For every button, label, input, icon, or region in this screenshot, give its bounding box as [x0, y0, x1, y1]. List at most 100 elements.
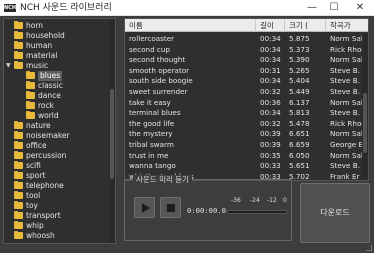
table-row[interactable]: south side boogie 00:34 5.404 Steve B. — [125, 75, 365, 86]
tree-item[interactable]: human — [4, 40, 110, 51]
tree-item[interactable]: nature — [4, 120, 110, 131]
cell-composer: Norm Sab — [330, 129, 365, 139]
resize-grip[interactable] — [366, 245, 372, 251]
tree-item-label: horn — [26, 21, 44, 30]
folder-icon — [14, 170, 23, 179]
cell-size: 5.265 — [289, 65, 310, 75]
cell-length: 00:39 — [260, 140, 281, 149]
minimize-button[interactable]: — — [302, 0, 322, 16]
column-header-size[interactable]: 크기 ( — [285, 19, 326, 32]
tree-item[interactable]: whip — [4, 220, 110, 231]
tree-item[interactable]: ▼ music — [4, 60, 110, 71]
table-row[interactable]: tribal swarm 00:39 6.659 George E — [125, 139, 365, 150]
maximize-button[interactable]: ☐ — [324, 0, 344, 16]
table-row[interactable]: take it easy 00:36 6.137 Norm Sab — [125, 97, 365, 108]
folder-icon — [26, 80, 35, 89]
cell-size: 5.478 — [289, 118, 310, 128]
close-button[interactable]: ✕ — [350, 0, 370, 16]
cell-size: 5.651 — [289, 161, 310, 171]
app-icon: NCH — [4, 4, 17, 12]
cell-length: 00:34 — [260, 55, 281, 65]
play-icon — [142, 203, 150, 213]
tree-item[interactable]: telephone — [4, 180, 110, 191]
list-scrollbar-thumb[interactable] — [363, 93, 367, 153]
tree-scrollbar[interactable] — [109, 19, 115, 243]
cell-composer: Steve B. — [330, 161, 360, 171]
cell-size: 5.373 — [289, 44, 310, 54]
cell-length: 00:31 — [260, 65, 281, 75]
tree-item[interactable]: classic — [4, 80, 110, 91]
meter-tick: -36 — [231, 197, 241, 204]
table-row[interactable]: terminal blues 00:34 5.813 Steve B. — [125, 107, 365, 118]
table-row[interactable]: rollercoaster 00:34 5.875 Norm Sab — [125, 33, 365, 44]
table-row[interactable]: the good life 00:32 5.478 Rick Rhod — [125, 118, 365, 129]
tree-item[interactable]: household — [4, 30, 110, 41]
cell-composer: Norm Sab — [330, 97, 365, 107]
cell-length: 00:34 — [260, 44, 281, 54]
folder-icon — [14, 220, 23, 229]
cell-length: 00:34 — [260, 108, 281, 118]
cell-name: the mystery — [129, 129, 173, 139]
stop-button[interactable] — [160, 197, 181, 218]
tree-item[interactable]: tool — [4, 190, 110, 201]
tree-item[interactable]: material — [4, 50, 110, 61]
tree-item-label: office — [26, 141, 47, 150]
folder-icon — [14, 30, 23, 39]
cell-name: second cup — [129, 44, 170, 54]
tree-item[interactable]: rock — [4, 100, 110, 111]
cell-size: 5.875 — [289, 34, 310, 43]
expand-arrow-icon[interactable]: ▼ — [6, 61, 11, 71]
tree-item-label: whip — [26, 221, 44, 230]
column-header-length[interactable]: 길이 — [256, 19, 285, 32]
tree-item[interactable]: sport — [4, 170, 110, 181]
tree-item[interactable]: whoosh — [4, 230, 110, 241]
tree-item[interactable]: scifi — [4, 160, 110, 171]
tree-item-label: tool — [26, 191, 41, 200]
table-row[interactable]: second cup 00:34 5.373 Rick Rhod — [125, 44, 365, 55]
cell-composer: Rick Rhod — [330, 44, 365, 54]
tree-item-label: whoosh — [26, 231, 55, 240]
folder-icon — [14, 130, 23, 139]
download-button[interactable]: 다운로드 — [300, 183, 370, 243]
column-header-composer[interactable]: 작곡가 — [326, 19, 368, 32]
tree-item[interactable]: office — [4, 140, 110, 151]
folder-icon — [14, 20, 23, 29]
folder-icon — [14, 210, 23, 219]
tree-item[interactable]: transport — [4, 210, 110, 221]
folder-icon — [14, 40, 23, 49]
tree-item[interactable]: blues — [4, 70, 110, 81]
cell-size: 6.659 — [289, 140, 310, 149]
cell-name: tribal swarm — [129, 140, 174, 149]
tree-item-label: dance — [38, 91, 61, 100]
tree-item-label: sport — [26, 171, 46, 180]
tree-item[interactable]: toy — [4, 200, 110, 211]
play-button[interactable] — [134, 197, 155, 218]
table-row[interactable]: trust in me 00:35 6.050 Norm Sab — [125, 150, 365, 161]
window-title: NCH 사운드 라이브러리 — [20, 3, 112, 13]
preview-title: 사운드 미리 듣기 — [133, 175, 193, 185]
level-meter-scale: -36 -24 -12 0 — [231, 197, 287, 207]
table-row[interactable]: second thought 00:34 5.390 Norm Sab — [125, 54, 365, 65]
folder-icon — [14, 140, 23, 149]
table-row[interactable]: the mystery 00:39 6.651 Norm Sab — [125, 128, 365, 139]
category-tree: horn household human material ▼ music blues cla… — [3, 18, 116, 244]
tree-item[interactable]: noisemaker — [4, 130, 110, 141]
folder-icon — [26, 70, 35, 79]
tree-item[interactable]: dance — [4, 90, 110, 101]
folder-icon — [14, 230, 23, 239]
tree-scrollbar-thumb[interactable] — [110, 89, 114, 179]
tree-item[interactable]: horn — [4, 20, 110, 31]
cell-name: trust in me — [129, 150, 169, 160]
table-row[interactable]: smooth operator 00:31 5.265 Steve B. — [125, 65, 365, 76]
folder-icon — [26, 100, 35, 109]
meter-tick: -24 — [250, 197, 260, 204]
table-row[interactable]: sweet surrender 00:32 5.449 Steve B. — [125, 86, 365, 97]
cell-length: 00:36 — [260, 97, 281, 107]
tree-item[interactable]: percussion — [4, 150, 110, 161]
table-row[interactable]: wanna tango 00:33 5.651 Steve B. — [125, 160, 365, 171]
list-scrollbar[interactable] — [362, 33, 368, 180]
tree-item-label: household — [26, 31, 65, 40]
cell-length: 00:32 — [260, 118, 281, 128]
tree-item[interactable]: world — [4, 110, 110, 121]
app-area: horn household human material ▼ music blues cla… — [0, 16, 374, 253]
